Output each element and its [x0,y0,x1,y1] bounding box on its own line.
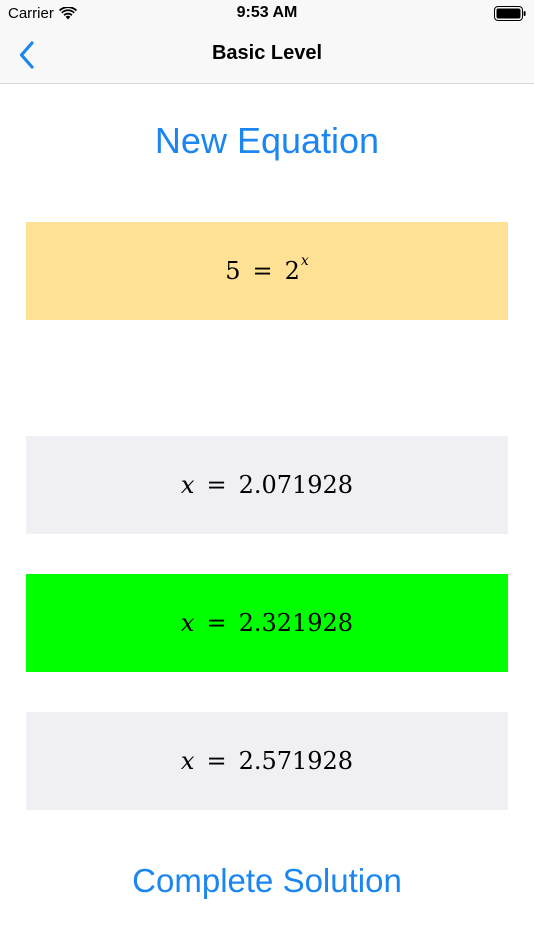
answer-equals: = [206,609,227,637]
equation-base: 2 [284,257,300,285]
answer-option-2[interactable]: x = 2.321928 [26,574,508,672]
answer-variable: x [180,471,195,499]
status-bar: Carrier 9:53 AM [0,0,534,28]
answer-variable: x [180,747,195,775]
nav-title: Basic Level [211,42,323,64]
answer-option-1[interactable]: x = 2.071928 [26,436,508,534]
answer-equals: = [206,747,227,775]
complete-solution-button[interactable]: Complete Solution [0,862,534,900]
answer-equals: = [206,471,227,499]
answer-value: 2.321928 [238,609,354,637]
new-equation-button[interactable]: New Equation [0,120,534,162]
equation-lhs: 5 [225,257,241,285]
nav-bar: Basic Level [0,28,534,84]
answer-value: 2.071928 [238,471,354,499]
answer-option-3[interactable]: x = 2.571928 [26,712,508,810]
battery-icon [494,6,526,21]
screen: Carrier 9:53 AM Basic Level New Equation… [0,0,534,950]
answer-value: 2.571928 [238,747,354,775]
equation-display: 5 = 2 x [26,222,508,320]
answer-variable: x [180,609,195,637]
clock: 9:53 AM [236,4,298,21]
equation-exponent: x [300,253,309,269]
equation-equals: = [252,257,273,285]
